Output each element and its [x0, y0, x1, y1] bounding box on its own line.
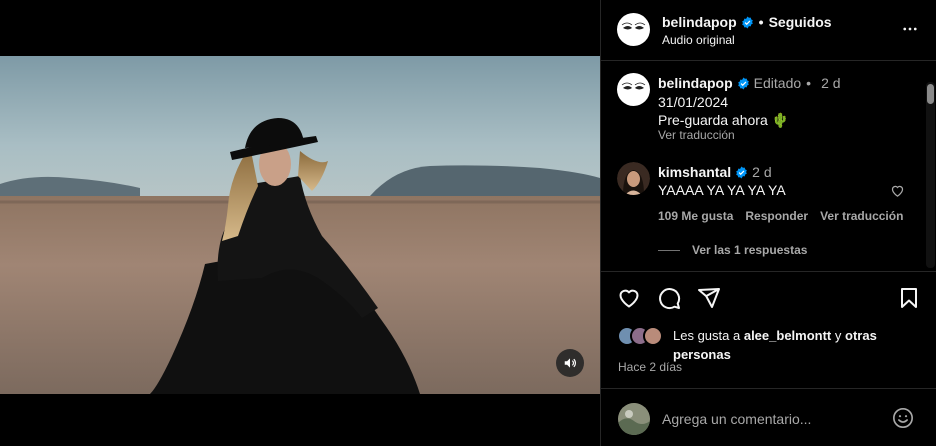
- separator-dot: •: [806, 75, 812, 91]
- eyes-logo: [617, 13, 650, 46]
- view-replies-label: Ver las 1 respuestas: [692, 243, 808, 257]
- video-player[interactable]: [0, 56, 600, 394]
- likes-prefix: Les gusta a: [673, 328, 741, 343]
- comment-header: kimshantal 2 d: [658, 164, 772, 180]
- comment-username[interactable]: kimshantal: [658, 164, 731, 180]
- follow-status-button[interactable]: Seguidos: [769, 14, 832, 30]
- replies-line: [658, 249, 680, 251]
- comment-text: YAAAA YA YA YA YA: [658, 182, 786, 198]
- verified-badge-icon: [737, 77, 749, 89]
- liker-username[interactable]: alee_belmontt: [744, 328, 831, 343]
- caption-age[interactable]: 2 d: [821, 75, 840, 91]
- bookmark-icon[interactable]: [897, 286, 921, 310]
- edited-label: Editado: [753, 75, 802, 91]
- comment-like-heart-icon[interactable]: [890, 183, 905, 198]
- comment-age[interactable]: 2 d: [752, 164, 771, 180]
- caption-header: belindapop Editado • 2 d: [658, 75, 841, 91]
- comment-meta: 109 Me gusta Responder Ver traducción: [658, 209, 903, 223]
- caption-date: 31/01/2024: [658, 94, 729, 110]
- caption-username[interactable]: belindapop: [658, 75, 733, 91]
- liker-avatar[interactable]: [643, 326, 663, 346]
- author-username[interactable]: belindapop: [662, 14, 737, 30]
- comment-composer: Agrega un comentario...: [601, 388, 936, 446]
- comment-translate-link[interactable]: Ver traducción: [820, 209, 903, 223]
- commenter-avatar[interactable]: [617, 162, 650, 195]
- comments-section[interactable]: belindapop Editado • 2 d 31/01/2024 Pre-…: [601, 62, 936, 272]
- speaker-icon: [564, 358, 576, 368]
- post-header: belindapop • Seguidos Audio original: [601, 0, 936, 61]
- video-frame-image: [0, 56, 600, 394]
- comment-icon[interactable]: [657, 286, 681, 310]
- comment-input[interactable]: Agrega un comentario...: [662, 411, 811, 427]
- scrollbar-track: [926, 82, 935, 268]
- more-options-icon[interactable]: [901, 20, 919, 38]
- comments-scrollbar[interactable]: [926, 82, 935, 268]
- current-user-avatar: [618, 403, 650, 435]
- caption-text: Pre-guarda ahora 🌵: [658, 112, 790, 128]
- emoji-icon[interactable]: [892, 407, 914, 429]
- video-panel: [0, 0, 600, 446]
- caption-translate-link[interactable]: Ver traducción: [658, 128, 735, 142]
- author-avatar[interactable]: [617, 13, 650, 46]
- post-timestamp[interactable]: Hace 2 días: [618, 360, 682, 374]
- comment-likes-count[interactable]: 109 Me gusta: [658, 209, 733, 223]
- heart-icon[interactable]: [617, 286, 641, 310]
- likes-text: Les gusta a alee_belmontt y otras person…: [673, 326, 933, 364]
- action-bar: [601, 286, 936, 314]
- view-replies-button[interactable]: Ver las 1 respuestas: [658, 243, 807, 257]
- caption-avatar[interactable]: [617, 73, 650, 106]
- verified-badge-icon: [741, 16, 753, 28]
- separator-dot: •: [758, 14, 764, 30]
- eyes-logo: [617, 73, 650, 106]
- send-icon[interactable]: [697, 286, 721, 310]
- scrollbar-thumb[interactable]: [927, 84, 934, 104]
- audio-link[interactable]: Audio original: [662, 33, 735, 47]
- reply-button[interactable]: Responder: [745, 209, 808, 223]
- header-title: belindapop • Seguidos: [662, 14, 832, 30]
- post-sidebar: belindapop • Seguidos Audio original bel…: [600, 0, 936, 446]
- commenter-photo: [617, 162, 650, 195]
- likes-conjunction: y: [834, 328, 842, 343]
- mute-button[interactable]: [556, 349, 584, 377]
- verified-badge-icon: [736, 166, 747, 178]
- current-user-photo: [618, 403, 650, 435]
